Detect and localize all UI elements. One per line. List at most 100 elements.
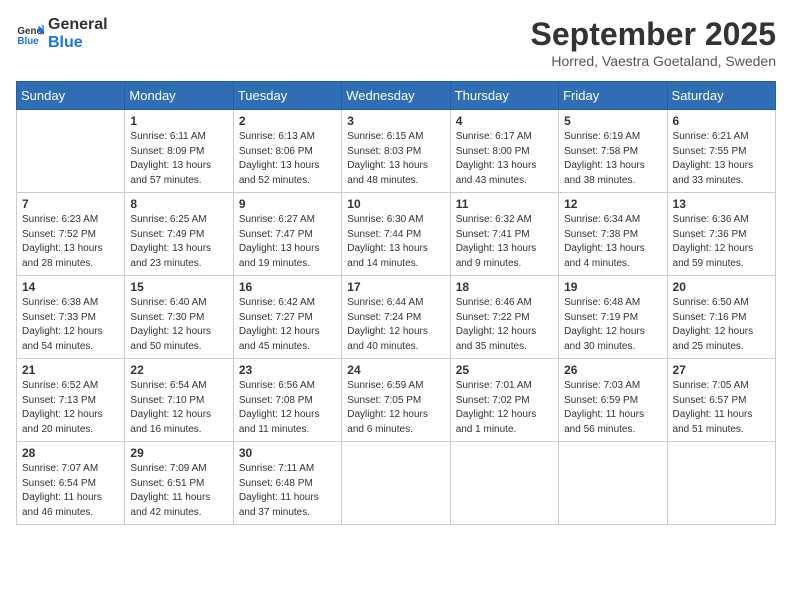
calendar-cell: 12 Sunrise: 6:34 AM Sunset: 7:38 PM Dayli… <box>559 193 667 276</box>
day-number: 18 <box>456 280 553 294</box>
day-number: 16 <box>239 280 336 294</box>
calendar-cell: 18Sunrise: 6:46 AM Sunset: 7:22 PM Dayli… <box>450 276 558 359</box>
calendar-table: SundayMondayTuesdayWednesdayThursdayFrid… <box>16 81 776 525</box>
day-number: 10 <box>347 197 444 211</box>
calendar-cell: 3 Sunrise: 6:15 AM Sunset: 8:03 PM Daylig… <box>342 110 450 193</box>
day-info: Sunrise: 6:54 AM Sunset: 7:10 PM Dayligh… <box>130 379 227 437</box>
weekday-header-saturday: Saturday <box>667 82 775 110</box>
title-area: September 2025 Horred, Vaestra Goetaland… <box>531 16 776 69</box>
day-number: 13 <box>673 197 770 211</box>
day-number: 6 <box>673 114 770 128</box>
day-info: Sunrise: 6:40 AM Sunset: 7:30 PM Dayligh… <box>130 296 227 354</box>
day-number: 30 <box>239 446 336 460</box>
day-info: Sunrise: 6:15 AM Sunset: 8:03 PM Dayligh… <box>347 130 444 188</box>
calendar-cell: 13 Sunrise: 6:36 AM Sunset: 7:36 PM Dayli… <box>667 193 775 276</box>
day-number: 23 <box>239 363 336 377</box>
calendar-cell: 8Sunrise: 6:25 AM Sunset: 7:49 PM Daylig… <box>125 193 233 276</box>
day-info: Sunrise: 6:13 AM Sunset: 8:06 PM Dayligh… <box>239 130 336 188</box>
day-info: Sunrise: 7:11 AM Sunset: 6:48 PM Dayligh… <box>239 462 336 520</box>
day-number: 1 <box>130 114 227 128</box>
day-info: Sunrise: 7:09 AM Sunset: 6:51 PM Dayligh… <box>130 462 227 520</box>
calendar-cell: 4 Sunrise: 6:17 AM Sunset: 8:00 PM Daylig… <box>450 110 558 193</box>
calendar-cell: 25 Sunrise: 7:01 AM Sunset: 7:02 PM Dayli… <box>450 359 558 442</box>
calendar-week-row: 28 Sunrise: 7:07 AM Sunset: 6:54 PM Dayli… <box>17 442 776 525</box>
calendar-cell: 26Sunrise: 7:03 AM Sunset: 6:59 PM Dayli… <box>559 359 667 442</box>
day-number: 14 <box>22 280 119 294</box>
calendar-cell: 16Sunrise: 6:42 AM Sunset: 7:27 PM Dayli… <box>233 276 341 359</box>
calendar-cell <box>667 442 775 525</box>
calendar-week-row: 7Sunrise: 6:23 AM Sunset: 7:52 PM Daylig… <box>17 193 776 276</box>
calendar-cell: 19Sunrise: 6:48 AM Sunset: 7:19 PM Dayli… <box>559 276 667 359</box>
day-info: Sunrise: 7:07 AM Sunset: 6:54 PM Dayligh… <box>22 462 119 520</box>
calendar-week-row: 21Sunrise: 6:52 AM Sunset: 7:13 PM Dayli… <box>17 359 776 442</box>
page-header: General Blue General Blue September 2025… <box>16 16 776 69</box>
calendar-week-row: 1 Sunrise: 6:11 AM Sunset: 8:09 PM Daylig… <box>17 110 776 193</box>
day-info: Sunrise: 6:52 AM Sunset: 7:13 PM Dayligh… <box>22 379 119 437</box>
weekday-header-sunday: Sunday <box>17 82 125 110</box>
calendar-cell: 15 Sunrise: 6:40 AM Sunset: 7:30 PM Dayli… <box>125 276 233 359</box>
calendar-cell: 22 Sunrise: 6:54 AM Sunset: 7:10 PM Dayli… <box>125 359 233 442</box>
weekday-header-tuesday: Tuesday <box>233 82 341 110</box>
calendar-cell: 10 Sunrise: 6:30 AM Sunset: 7:44 PM Dayli… <box>342 193 450 276</box>
calendar-cell: 29 Sunrise: 7:09 AM Sunset: 6:51 PM Dayli… <box>125 442 233 525</box>
day-info: Sunrise: 6:50 AM Sunset: 7:16 PM Dayligh… <box>673 296 770 354</box>
day-info: Sunrise: 6:11 AM Sunset: 8:09 PM Dayligh… <box>130 130 227 188</box>
day-number: 5 <box>564 114 661 128</box>
calendar-cell: 27Sunrise: 7:05 AM Sunset: 6:57 PM Dayli… <box>667 359 775 442</box>
day-number: 9 <box>239 197 336 211</box>
calendar-cell: 24Sunrise: 6:59 AM Sunset: 7:05 PM Dayli… <box>342 359 450 442</box>
day-number: 3 <box>347 114 444 128</box>
day-number: 7 <box>22 197 119 211</box>
day-number: 17 <box>347 280 444 294</box>
day-number: 11 <box>456 197 553 211</box>
day-info: Sunrise: 6:32 AM Sunset: 7:41 PM Dayligh… <box>456 213 553 271</box>
day-info: Sunrise: 6:27 AM Sunset: 7:47 PM Dayligh… <box>239 213 336 271</box>
day-number: 8 <box>130 197 227 211</box>
day-info: Sunrise: 6:44 AM Sunset: 7:24 PM Dayligh… <box>347 296 444 354</box>
day-info: Sunrise: 7:05 AM Sunset: 6:57 PM Dayligh… <box>673 379 770 437</box>
day-info: Sunrise: 6:21 AM Sunset: 7:55 PM Dayligh… <box>673 130 770 188</box>
calendar-cell <box>559 442 667 525</box>
day-info: Sunrise: 6:34 AM Sunset: 7:38 PM Dayligh… <box>564 213 661 271</box>
calendar-cell: 21Sunrise: 6:52 AM Sunset: 7:13 PM Dayli… <box>17 359 125 442</box>
weekday-header-wednesday: Wednesday <box>342 82 450 110</box>
day-info: Sunrise: 6:17 AM Sunset: 8:00 PM Dayligh… <box>456 130 553 188</box>
day-info: Sunrise: 6:59 AM Sunset: 7:05 PM Dayligh… <box>347 379 444 437</box>
day-number: 28 <box>22 446 119 460</box>
calendar-cell: 9 Sunrise: 6:27 AM Sunset: 7:47 PM Daylig… <box>233 193 341 276</box>
logo-blue: Blue <box>48 34 108 52</box>
location-title: Horred, Vaestra Goetaland, Sweden <box>531 53 776 69</box>
calendar-cell <box>450 442 558 525</box>
weekday-header-thursday: Thursday <box>450 82 558 110</box>
day-number: 22 <box>130 363 227 377</box>
calendar-cell: 1 Sunrise: 6:11 AM Sunset: 8:09 PM Daylig… <box>125 110 233 193</box>
logo-icon: General Blue <box>16 20 44 48</box>
weekday-header-monday: Monday <box>125 82 233 110</box>
calendar-cell: 17 Sunrise: 6:44 AM Sunset: 7:24 PM Dayli… <box>342 276 450 359</box>
day-info: Sunrise: 6:36 AM Sunset: 7:36 PM Dayligh… <box>673 213 770 271</box>
day-number: 12 <box>564 197 661 211</box>
day-info: Sunrise: 6:30 AM Sunset: 7:44 PM Dayligh… <box>347 213 444 271</box>
month-title: September 2025 <box>531 16 776 53</box>
calendar-cell: 28 Sunrise: 7:07 AM Sunset: 6:54 PM Dayli… <box>17 442 125 525</box>
calendar-cell: 30 Sunrise: 7:11 AM Sunset: 6:48 PM Dayli… <box>233 442 341 525</box>
day-number: 2 <box>239 114 336 128</box>
day-number: 15 <box>130 280 227 294</box>
logo-general: General <box>48 16 108 34</box>
day-info: Sunrise: 6:56 AM Sunset: 7:08 PM Dayligh… <box>239 379 336 437</box>
calendar-cell <box>17 110 125 193</box>
calendar-week-row: 14 Sunrise: 6:38 AM Sunset: 7:33 PM Dayli… <box>17 276 776 359</box>
day-number: 25 <box>456 363 553 377</box>
svg-text:Blue: Blue <box>17 36 39 47</box>
day-number: 20 <box>673 280 770 294</box>
day-info: Sunrise: 6:48 AM Sunset: 7:19 PM Dayligh… <box>564 296 661 354</box>
day-info: Sunrise: 7:03 AM Sunset: 6:59 PM Dayligh… <box>564 379 661 437</box>
calendar-cell: 23 Sunrise: 6:56 AM Sunset: 7:08 PM Dayli… <box>233 359 341 442</box>
logo: General Blue General Blue <box>16 16 108 53</box>
day-number: 4 <box>456 114 553 128</box>
calendar-cell: 7Sunrise: 6:23 AM Sunset: 7:52 PM Daylig… <box>17 193 125 276</box>
calendar-header-row: SundayMondayTuesdayWednesdayThursdayFrid… <box>17 82 776 110</box>
day-info: Sunrise: 7:01 AM Sunset: 7:02 PM Dayligh… <box>456 379 553 437</box>
day-number: 29 <box>130 446 227 460</box>
day-info: Sunrise: 6:38 AM Sunset: 7:33 PM Dayligh… <box>22 296 119 354</box>
